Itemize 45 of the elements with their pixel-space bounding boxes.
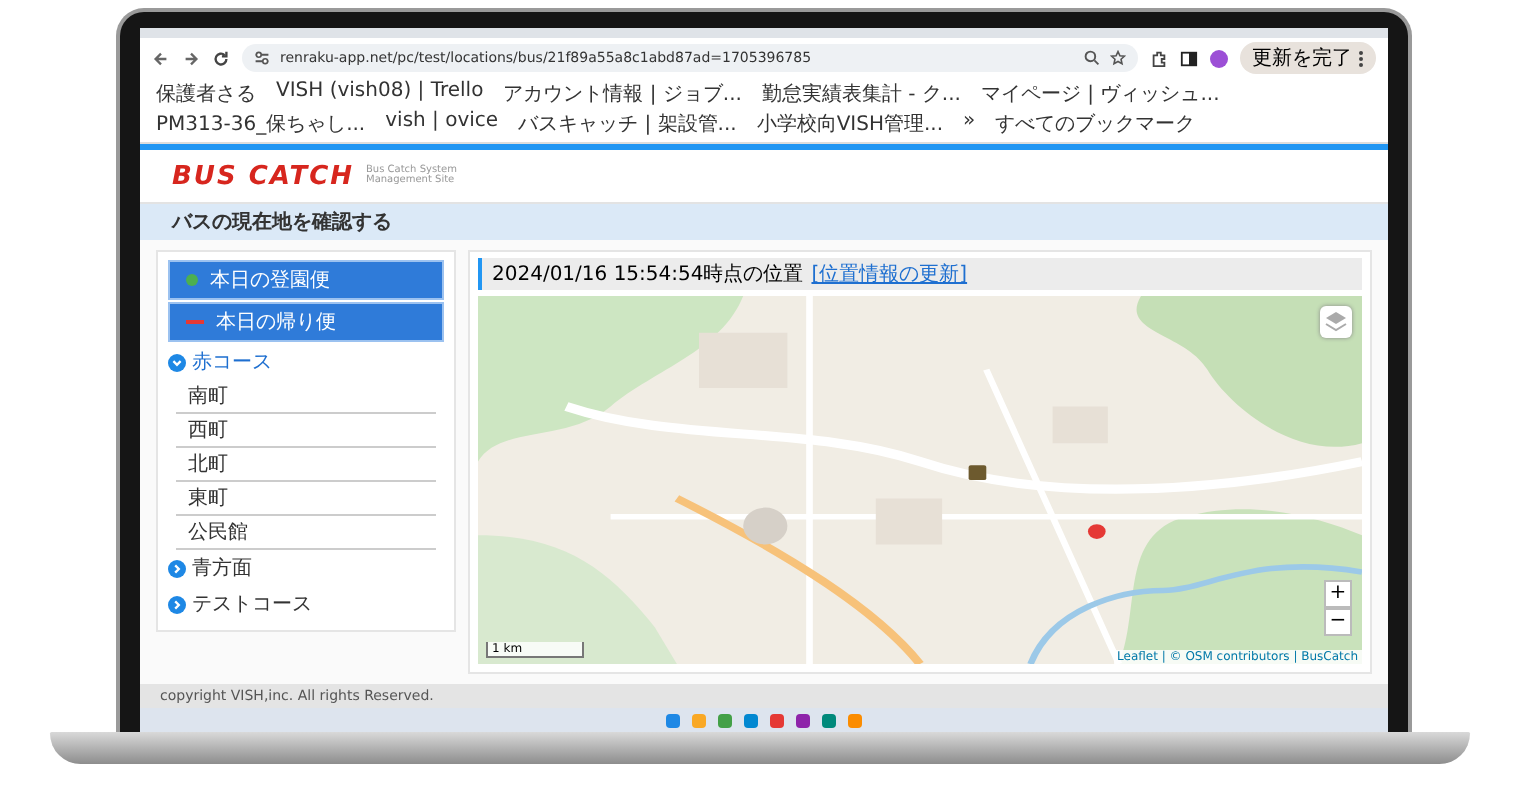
- course-item[interactable]: テストコース: [168, 586, 444, 622]
- profile-avatar[interactable]: [1210, 49, 1228, 67]
- bookmark-item[interactable]: 小学校向VISH管理...: [756, 110, 944, 138]
- bookmark-item[interactable]: PM313-36_保ちゃし...: [156, 110, 366, 138]
- stop-item[interactable]: 南町: [176, 380, 436, 414]
- site-info-icon[interactable]: [254, 50, 270, 66]
- forward-icon[interactable]: [182, 49, 200, 67]
- stop-item[interactable]: 北町: [176, 448, 436, 482]
- bookmark-item[interactable]: アカウント情報 | ジョブ...: [503, 80, 742, 108]
- course-label: 青方面: [192, 555, 252, 582]
- star-icon[interactable]: [1110, 50, 1126, 66]
- route-button[interactable]: 本日の帰り便: [168, 302, 444, 342]
- more-menu-icon: [1358, 49, 1364, 67]
- course-item[interactable]: 赤コース: [168, 344, 444, 380]
- stop-item[interactable]: 東町: [176, 482, 436, 516]
- bookmark-item[interactable]: vish | ovice: [385, 110, 499, 138]
- bookmark-item[interactable]: »: [963, 110, 976, 138]
- reload-icon[interactable]: [212, 49, 230, 67]
- site-logo[interactable]: BUS CATCH: [172, 161, 354, 191]
- zoom-in-button[interactable]: +: [1324, 580, 1352, 608]
- bookmark-item[interactable]: VISH (vish08) | Trello: [276, 80, 484, 108]
- layers-icon: [1324, 310, 1348, 334]
- page-title: バスの現在地を確認する: [172, 212, 392, 234]
- chevron-icon: [168, 353, 186, 371]
- bookmark-item[interactable]: すべてのブックマーク: [995, 110, 1196, 138]
- course-label: 赤コース: [192, 349, 272, 376]
- course-item[interactable]: 青方面: [168, 550, 444, 586]
- route-button[interactable]: 本日の登園便: [168, 260, 444, 300]
- search-icon[interactable]: [1084, 50, 1100, 66]
- stop-item[interactable]: 公民館: [176, 516, 436, 550]
- refresh-location-link[interactable]: [位置情報の更新]: [811, 260, 968, 288]
- sidebar-icon[interactable]: [1180, 49, 1198, 67]
- bookmark-item[interactable]: マイページ | ヴィッシュ...: [980, 80, 1220, 108]
- zoom-out-button[interactable]: −: [1324, 608, 1352, 636]
- stop-item[interactable]: 西町: [176, 414, 436, 448]
- bookmark-item[interactable]: バスキャッチ | 架設管...: [518, 110, 737, 138]
- bookmark-item[interactable]: 勤怠実績表集計 - ク...: [761, 80, 961, 108]
- timestamp-text: 2024/01/16 15:54:54時点の位置: [492, 261, 804, 288]
- chevron-icon: [168, 595, 186, 613]
- bookmark-item[interactable]: 保護者さる: [156, 80, 256, 108]
- update-button[interactable]: 更新を完了: [1240, 42, 1376, 74]
- chevron-icon: [168, 559, 186, 577]
- extension-icon[interactable]: [1150, 49, 1168, 67]
- course-label: テストコース: [192, 592, 312, 618]
- back-icon[interactable]: [152, 49, 170, 67]
